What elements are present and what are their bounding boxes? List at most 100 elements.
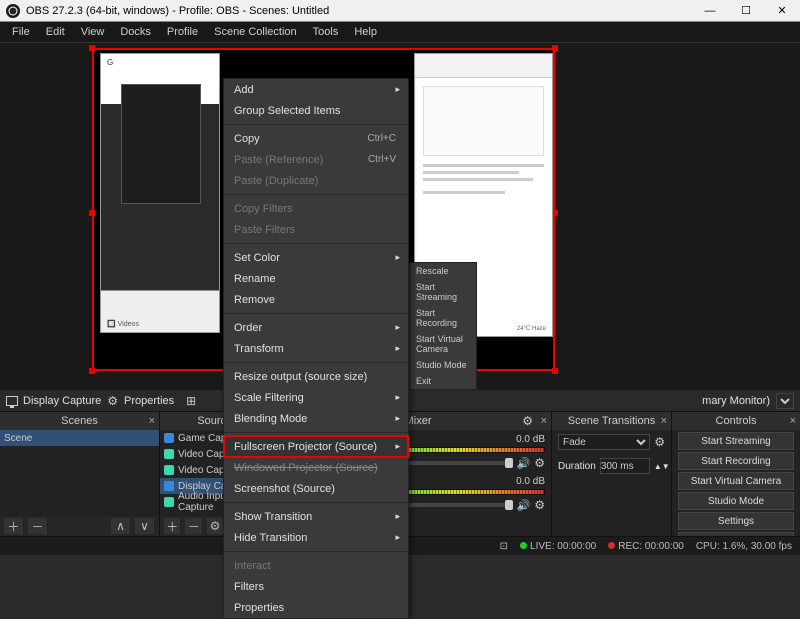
menu-file[interactable]: File xyxy=(4,24,38,40)
menu-separator xyxy=(224,313,408,314)
duration-input[interactable] xyxy=(600,458,650,474)
transition-select[interactable]: Fade xyxy=(558,434,650,450)
submenu-item[interactable]: Start Recording xyxy=(410,305,476,331)
menu-docks[interactable]: Docks xyxy=(112,24,159,40)
menu-separator xyxy=(224,243,408,244)
scene-transitions-dock: Scene Transitions × Fade ⚙ Duration ▲▼ xyxy=(552,412,672,536)
ctx-hide-transition[interactable]: Hide Transition▸ xyxy=(224,527,408,548)
ctx-scale-filtering[interactable]: Scale Filtering▸ xyxy=(224,387,408,408)
scene-item[interactable]: Scene xyxy=(0,430,159,446)
control-studio-mode-button[interactable]: Studio Mode xyxy=(678,492,794,510)
menu-scene-collection[interactable]: Scene Collection xyxy=(206,24,305,40)
properties-label[interactable]: Properties xyxy=(124,395,174,407)
ctx-windowed-projector-source-[interactable]: Windowed Projector (Source) xyxy=(224,457,408,478)
submenu-item[interactable]: Studio Mode xyxy=(410,357,476,373)
source-properties-btn[interactable]: ⚙ xyxy=(207,518,224,534)
control-start-recording-button[interactable]: Start Recording xyxy=(678,452,794,470)
submenu-arrow-icon: ▸ xyxy=(395,343,400,354)
ctx-rename[interactable]: Rename xyxy=(224,268,408,289)
menu-bar: FileEditViewDocksProfileScene Collection… xyxy=(0,22,800,42)
menu-profile[interactable]: Profile xyxy=(159,24,206,40)
submenu-arrow-icon: ▸ xyxy=(395,392,400,403)
ctx-properties[interactable]: Properties xyxy=(224,597,408,618)
dock-close-icon[interactable]: × xyxy=(790,415,796,427)
ctx-transform[interactable]: Transform▸ xyxy=(224,338,408,359)
control-settings-button[interactable]: Settings xyxy=(678,512,794,530)
ctx-copy-filters: Copy Filters xyxy=(224,198,408,219)
submenu-arrow-icon: ▸ xyxy=(395,413,400,424)
ctx-fullscreen-projector-source-[interactable]: Fullscreen Projector (Source)▸ xyxy=(224,436,408,457)
submenu-item[interactable]: Start Virtual Camera xyxy=(410,331,476,357)
control-start-streaming-button[interactable]: Start Streaming xyxy=(678,432,794,450)
speaker-icon[interactable]: 🔊 xyxy=(517,499,531,512)
dock-close-icon[interactable]: × xyxy=(541,415,547,427)
track-settings-icon[interactable]: ⚙ xyxy=(534,456,545,470)
menu-edit[interactable]: Edit xyxy=(38,24,73,40)
minimize-button[interactable]: — xyxy=(692,0,728,22)
source-type-icon xyxy=(164,449,174,459)
mixer-settings-icon[interactable]: ⚙ xyxy=(522,414,533,428)
rec-dot-icon xyxy=(608,542,615,549)
transitions-header: Scene Transitions xyxy=(568,415,655,427)
resize-handle[interactable] xyxy=(89,45,95,51)
scene-up-button[interactable]: ∧ xyxy=(111,518,131,534)
ctx-blending-mode[interactable]: Blending Mode▸ xyxy=(224,408,408,429)
control-start-virtual-camera-button[interactable]: Start Virtual Camera xyxy=(678,472,794,490)
submenu-item[interactable]: Exit xyxy=(410,373,476,389)
live-label: LIVE: 00:00:00 xyxy=(530,541,596,552)
rec-label: REC: 00:00:00 xyxy=(618,541,684,552)
scene-down-button[interactable]: ∨ xyxy=(135,518,155,534)
dock-close-icon[interactable]: × xyxy=(149,415,155,427)
controls-header: Controls xyxy=(716,415,757,427)
ctx-screenshot-source-[interactable]: Screenshot (Source) xyxy=(224,478,408,499)
ctx-copy[interactable]: CopyCtrl+C xyxy=(224,128,408,149)
transition-settings-icon[interactable]: ⚙ xyxy=(654,435,665,449)
submenu-arrow-icon: ▸ xyxy=(395,322,400,333)
source-type-icon xyxy=(164,481,174,491)
speaker-icon[interactable]: 🔊 xyxy=(517,457,531,470)
dock-close-icon[interactable]: × xyxy=(661,415,667,427)
add-scene-button[interactable]: ＋ xyxy=(4,518,24,534)
preview-area[interactable]: G 🔲 Videos 24°C Haze RescaleStart Stream… xyxy=(0,42,800,389)
scenes-dock: Scenes× Scene ＋ － ∧ ∨ xyxy=(0,412,160,536)
ctx-set-color[interactable]: Set Color▸ xyxy=(224,247,408,268)
ctx-add[interactable]: Add▸ xyxy=(224,79,408,100)
ctx-interact: Interact xyxy=(224,555,408,576)
ctx-resize-output-source-size-[interactable]: Resize output (source size) xyxy=(224,366,408,387)
maximize-button[interactable]: ☐ xyxy=(728,0,764,22)
control-exit-button[interactable]: Exit xyxy=(678,532,794,536)
menu-view[interactable]: View xyxy=(73,24,113,40)
window-title: OBS 27.2.3 (64-bit, windows) - Profile: … xyxy=(26,5,692,17)
submenu-arrow-icon: ▸ xyxy=(395,532,400,543)
ctx-show-transition[interactable]: Show Transition▸ xyxy=(224,506,408,527)
add-source-button[interactable]: ＋ xyxy=(164,518,181,534)
submenu-item[interactable]: Start Streaming xyxy=(410,279,476,305)
resize-handle[interactable] xyxy=(552,45,558,51)
duration-stepper[interactable]: ▲▼ xyxy=(654,462,670,471)
menu-help[interactable]: Help xyxy=(346,24,385,40)
duration-label: Duration xyxy=(558,461,596,472)
ctx-order[interactable]: Order▸ xyxy=(224,317,408,338)
track-db: 0.0 dB xyxy=(516,476,545,487)
ctx-paste-duplicate-: Paste (Duplicate) xyxy=(224,170,408,191)
menu-separator xyxy=(224,124,408,125)
source-context-menu[interactable]: Add▸Group Selected Items CopyCtrl+C Paste … xyxy=(223,78,409,619)
source-filters-button[interactable]: ⊞ xyxy=(186,394,196,408)
ctx-group-selected-items[interactable]: Group Selected Items xyxy=(224,100,408,121)
track-settings-icon[interactable]: ⚙ xyxy=(534,498,545,512)
shortcut-label: Ctrl+C xyxy=(367,133,396,144)
ctx-filters[interactable]: Filters xyxy=(224,576,408,597)
ctx-remove[interactable]: Remove xyxy=(224,289,408,310)
source-properties-button[interactable]: ⚙ xyxy=(107,394,118,408)
resize-handle[interactable] xyxy=(552,368,558,374)
resize-handle[interactable] xyxy=(89,368,95,374)
menu-tools[interactable]: Tools xyxy=(305,24,347,40)
monitor-select[interactable] xyxy=(776,393,794,409)
close-button[interactable]: ✕ xyxy=(764,0,800,22)
remove-scene-button[interactable]: － xyxy=(28,518,48,534)
resize-handle[interactable] xyxy=(89,210,95,216)
submenu-item[interactable]: Rescale xyxy=(410,263,476,279)
context-submenu[interactable]: RescaleStart StreamingStart RecordingSta… xyxy=(409,262,477,390)
shortcut-label: Ctrl+V xyxy=(368,154,396,165)
remove-source-button[interactable]: － xyxy=(185,518,202,534)
